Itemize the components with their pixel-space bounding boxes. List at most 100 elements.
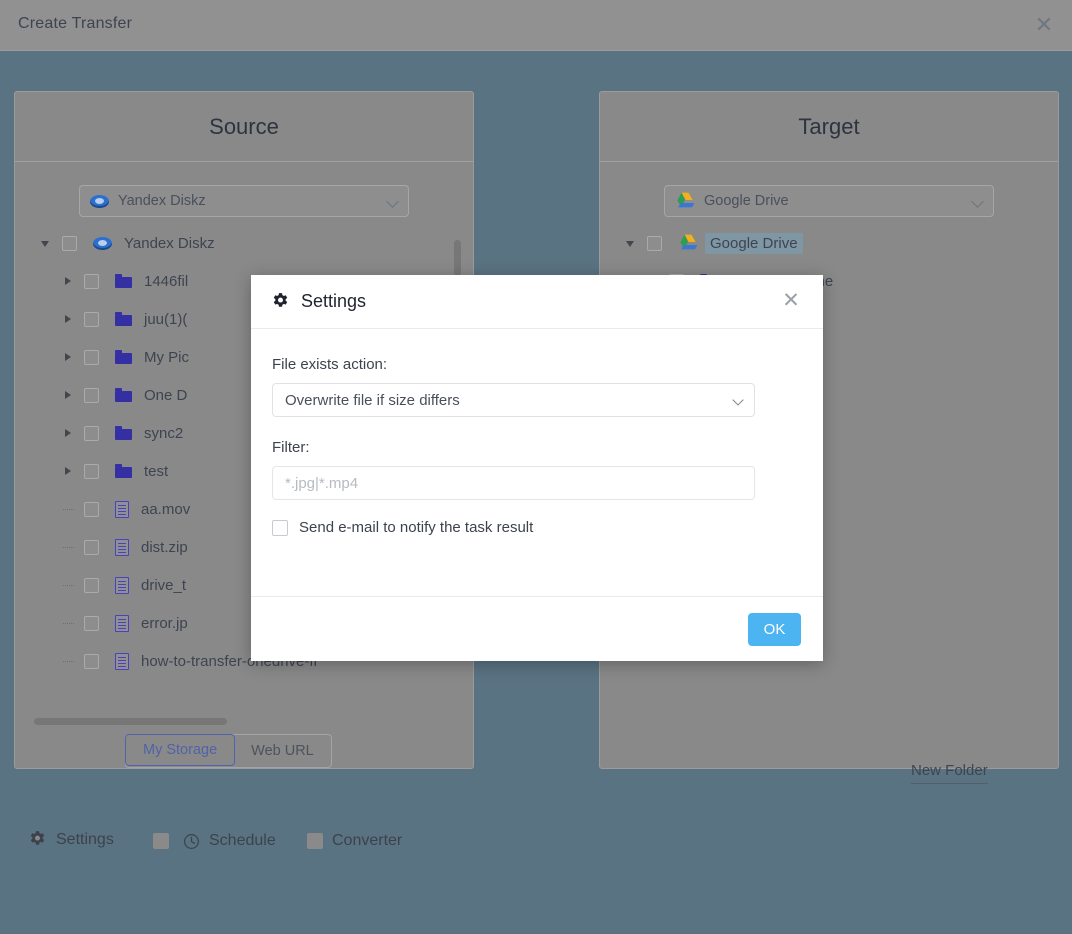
tree-connector-icon <box>63 580 74 591</box>
tree-row-checkbox[interactable] <box>84 311 99 327</box>
schedule-checkbox[interactable] <box>153 833 169 849</box>
tree-row-checkbox[interactable] <box>84 653 99 669</box>
tree-row-label: My Pic <box>144 348 189 366</box>
tree-toggle-icon[interactable] <box>63 276 74 287</box>
source-drive-select[interactable]: Yandex Diskz <box>79 185 409 217</box>
tree-connector-icon <box>63 656 74 667</box>
chevron-down-icon <box>732 394 744 406</box>
tree-row[interactable]: Yandex Diskz <box>15 224 473 262</box>
tree-row-label: One D <box>144 386 188 404</box>
folder-icon <box>115 388 132 402</box>
source-panel-title: Source <box>209 113 279 139</box>
tree-row-checkbox[interactable] <box>84 463 99 479</box>
file-exists-action-select[interactable]: Overwrite file if size differs <box>272 383 755 417</box>
tree-row-checkbox[interactable] <box>84 615 99 631</box>
file-exists-action-label: File exists action: <box>272 356 388 373</box>
notify-email-checkbox[interactable] <box>272 519 288 536</box>
notify-email-row[interactable]: Send e-mail to notify the task result <box>272 519 802 536</box>
settings-dialog-body: File exists action: Overwrite file if si… <box>251 329 823 605</box>
tree-row-checkbox[interactable] <box>84 387 99 403</box>
file-icon <box>115 652 129 670</box>
google-drive-icon <box>675 192 695 210</box>
gear-icon <box>28 830 47 849</box>
new-folder-button[interactable]: New Folder <box>911 762 988 784</box>
settings-dialog: Settings ✕ File exists action: Overwrite… <box>251 275 823 661</box>
app-root: Create Transfer ✕ Source Yandex Diskz Ya… <box>0 0 1072 934</box>
yandex-disk-icon <box>90 192 109 211</box>
target-panel-title: Target <box>798 113 860 139</box>
chevron-down-icon <box>386 195 399 208</box>
tree-row-label: drive_t <box>141 576 187 594</box>
tab-web-url[interactable]: Web URL <box>234 735 331 767</box>
close-icon[interactable]: ✕ <box>1030 12 1058 40</box>
tree-row-label: Google Drive <box>705 232 803 254</box>
tree-row-checkbox[interactable] <box>62 235 77 251</box>
schedule-control[interactable]: Schedule <box>153 832 276 850</box>
window-title: Create Transfer <box>18 15 133 32</box>
file-icon <box>115 538 129 556</box>
tree-row-checkbox[interactable] <box>84 501 99 517</box>
source-panel-header: Source <box>15 92 473 162</box>
converter-control[interactable]: Converter <box>307 832 402 850</box>
source-tree-vertical-scrollbar[interactable] <box>454 240 461 276</box>
settings-dialog-header: Settings ✕ <box>251 275 823 329</box>
tree-toggle-icon[interactable] <box>63 314 74 325</box>
file-icon <box>115 500 129 518</box>
converter-checkbox[interactable] <box>307 833 323 849</box>
file-icon <box>115 576 129 594</box>
source-tree-horizontal-scrollbar[interactable] <box>34 718 227 725</box>
tree-row-label: juu(1)( <box>144 310 188 328</box>
tree-toggle-icon[interactable] <box>63 428 74 439</box>
tree-row-label: Yandex Diskz <box>124 234 215 252</box>
tree-row-label: test <box>144 462 169 480</box>
settings-button-label: Settings <box>56 830 114 848</box>
target-drive-select[interactable]: Google Drive <box>664 185 994 217</box>
yandex-disk-icon <box>93 234 112 253</box>
settings-dialog-title: Settings <box>301 291 367 311</box>
filter-input[interactable]: *.jpg|*.mp4 <box>272 466 755 500</box>
tree-connector-icon <box>63 618 74 629</box>
converter-label: Converter <box>332 832 403 849</box>
bottom-toolbar: Settings Schedule Converter Start up <box>0 800 1072 884</box>
file-exists-action-value: Overwrite file if size differs <box>285 391 460 409</box>
tree-row-checkbox[interactable] <box>84 425 99 441</box>
notify-email-label: Send e-mail to notify the task result <box>299 519 534 536</box>
folder-icon <box>115 464 132 478</box>
tree-toggle-icon[interactable] <box>626 238 637 249</box>
file-icon <box>115 614 129 632</box>
tree-row-label: 1446fil <box>144 272 189 290</box>
tree-row-label: sync2 <box>144 424 184 442</box>
tree-toggle-icon[interactable] <box>63 466 74 477</box>
tree-row-checkbox[interactable] <box>84 273 99 289</box>
ok-button[interactable]: OK <box>748 612 801 646</box>
folder-icon <box>115 274 132 288</box>
google-drive-icon <box>678 234 698 252</box>
source-drive-name: Yandex Diskz <box>118 193 206 209</box>
schedule-label: Schedule <box>209 832 276 849</box>
close-icon[interactable]: ✕ <box>777 287 805 315</box>
tree-connector-icon <box>63 542 74 553</box>
chevron-down-icon <box>971 195 984 208</box>
tree-row[interactable]: Google Drive <box>600 224 1058 262</box>
clock-icon <box>183 833 200 850</box>
tree-toggle-icon[interactable] <box>63 390 74 401</box>
tree-toggle-icon[interactable] <box>41 238 52 249</box>
source-storage-tabs: My Storage Web URL <box>125 734 332 768</box>
tree-row-checkbox[interactable] <box>84 577 99 593</box>
target-drive-name: Google Drive <box>704 193 789 209</box>
filter-label: Filter: <box>272 439 310 456</box>
folder-icon <box>115 312 132 326</box>
tree-row-label: dist.zip <box>141 538 188 556</box>
target-panel-header: Target <box>600 92 1058 162</box>
tree-row-checkbox[interactable] <box>84 349 99 365</box>
tree-row-checkbox[interactable] <box>647 235 662 251</box>
tree-connector-icon <box>63 504 74 515</box>
filter-placeholder: *.jpg|*.mp4 <box>285 474 359 492</box>
folder-icon <box>115 350 132 364</box>
settings-dialog-footer: OK <box>251 596 823 661</box>
tab-my-storage[interactable]: My Storage <box>125 734 236 766</box>
tree-row-checkbox[interactable] <box>84 539 99 555</box>
settings-button[interactable]: Settings <box>28 830 114 849</box>
tree-toggle-icon[interactable] <box>63 352 74 363</box>
